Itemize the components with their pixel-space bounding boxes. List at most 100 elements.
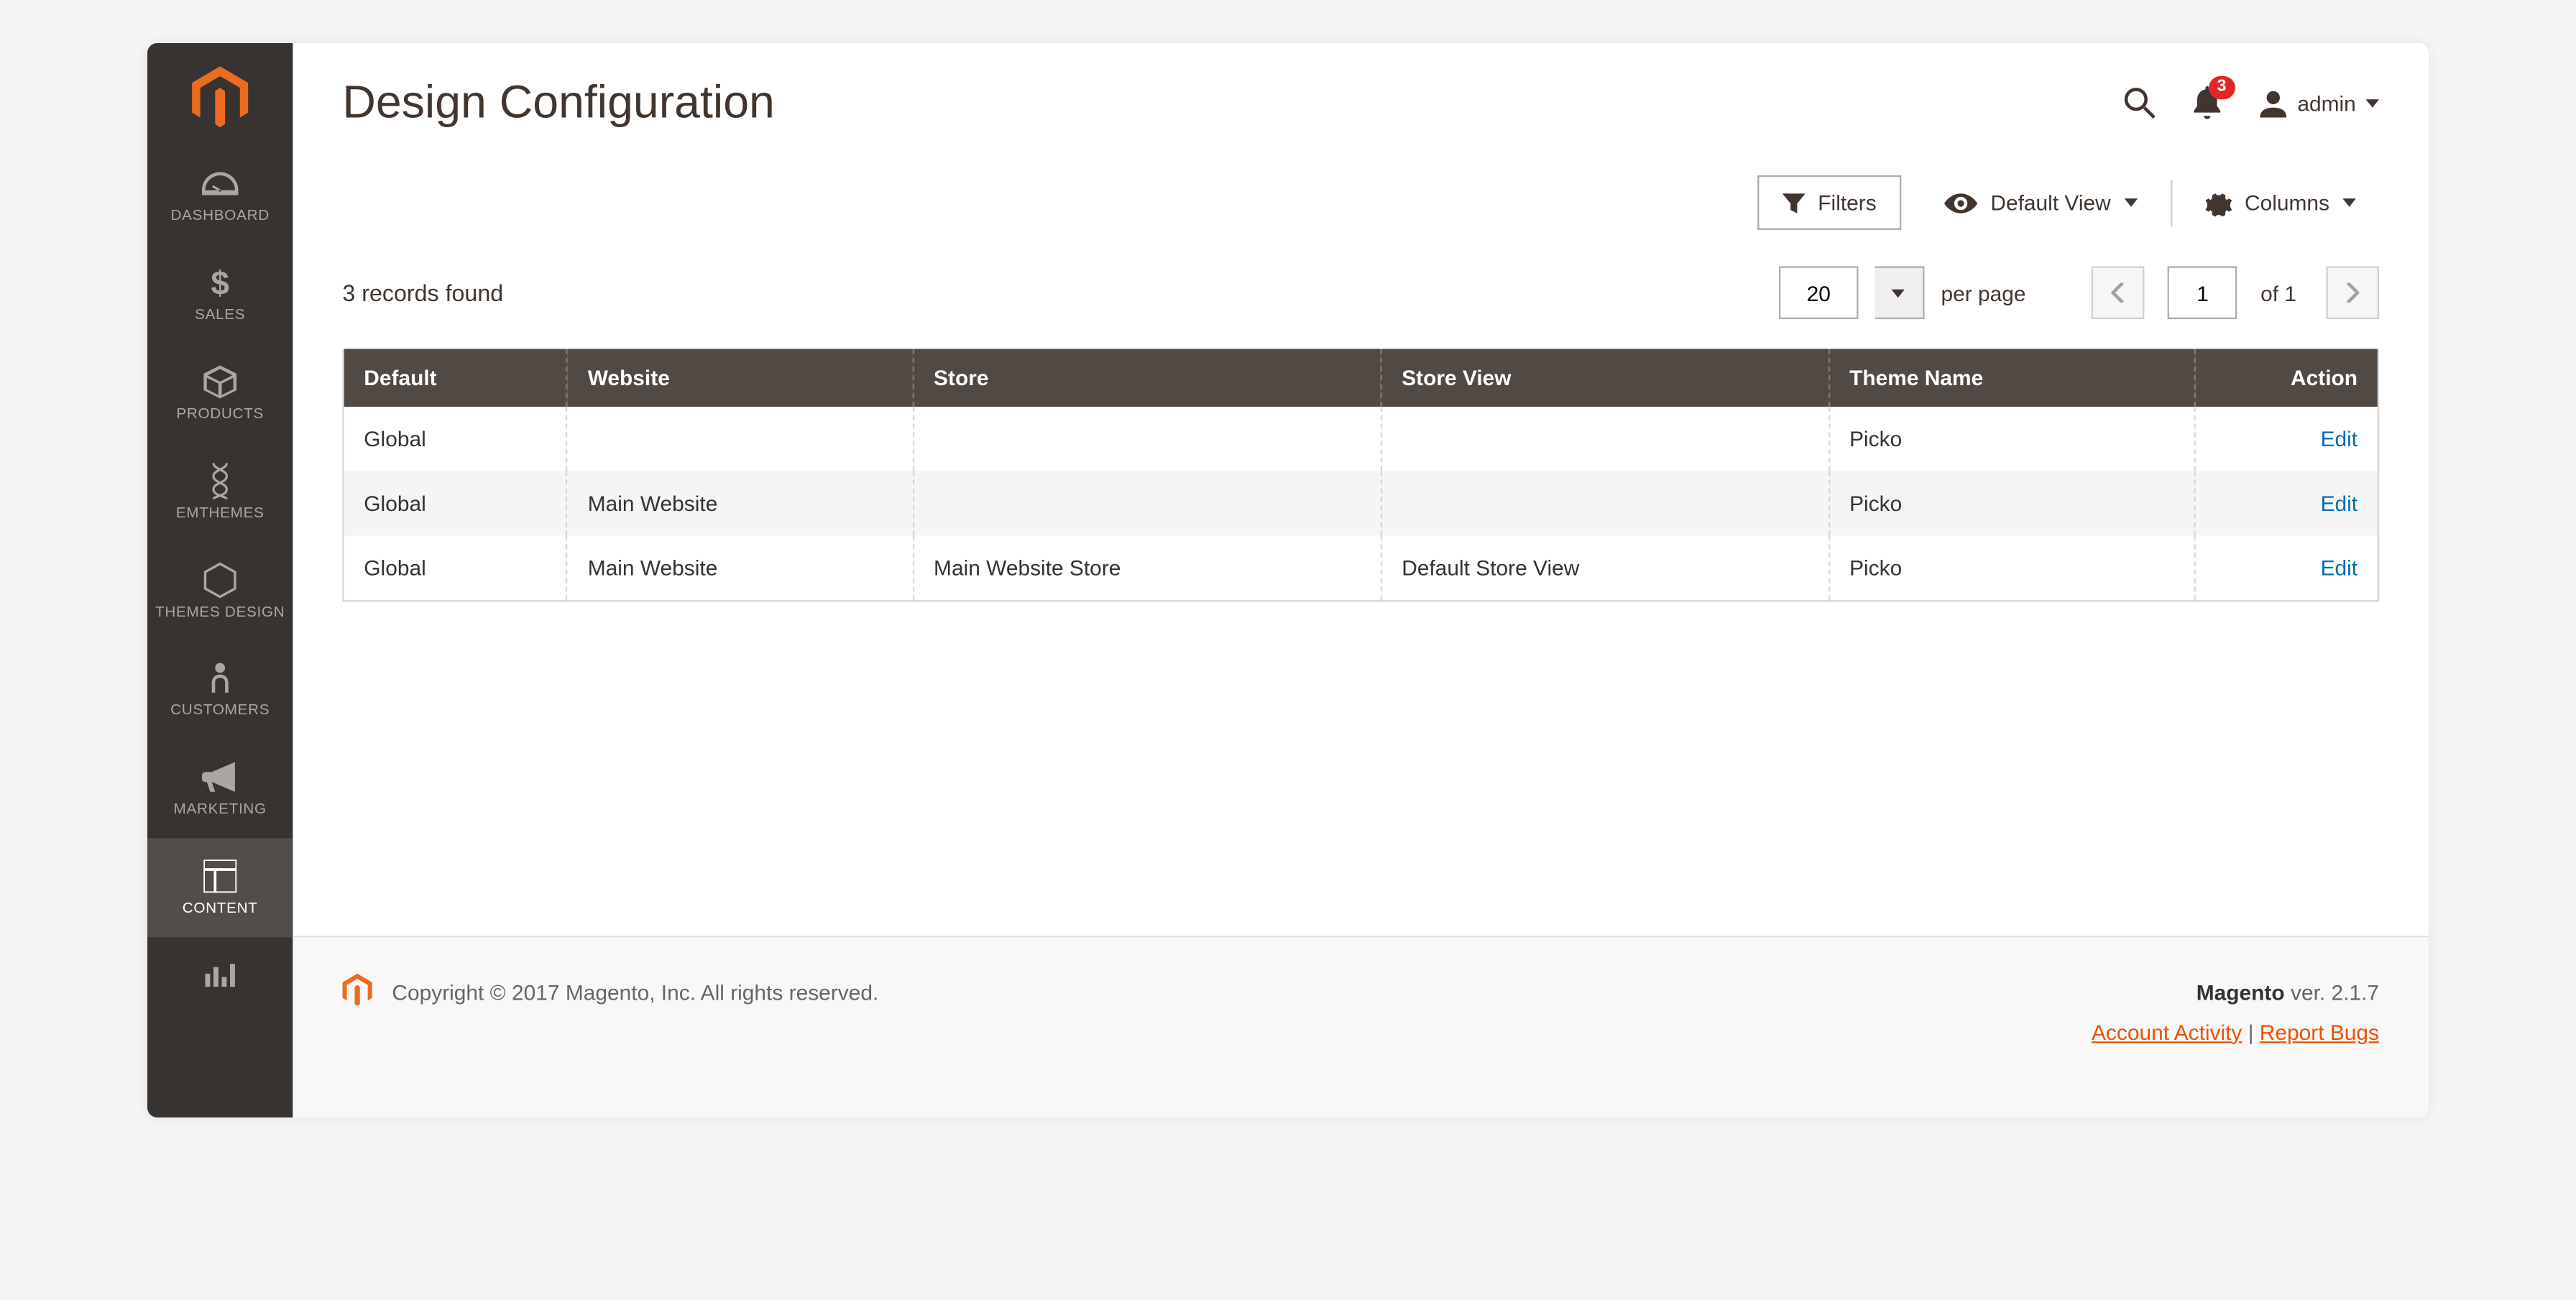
- account-activity-link[interactable]: Account Activity: [2092, 1019, 2242, 1044]
- cell-default: Global: [344, 407, 567, 471]
- records-found-text: 3 records found: [342, 280, 1779, 306]
- page-footer: Copyright © 2017 Magento, Inc. All right…: [293, 936, 2429, 1117]
- col-action: Action: [2195, 349, 2378, 407]
- sidebar-item-content[interactable]: CONTENT: [147, 839, 293, 938]
- per-page-dropdown[interactable]: [1874, 267, 1924, 320]
- search-icon[interactable]: [2122, 86, 2156, 119]
- copyright-text: Copyright © 2017 Magento, Inc. All right…: [392, 981, 878, 1006]
- records-row: 3 records found per page of 1: [293, 230, 2429, 349]
- cell-theme: Picko: [1828, 535, 2195, 601]
- hexagon-icon: [147, 558, 293, 601]
- grid-toolbar: Filters Default View Columns: [293, 146, 2429, 230]
- sidebar: DASHBOARD $ SALES PRODUCTS EMTHEMES THEM…: [147, 43, 293, 1117]
- magento-logo[interactable]: [192, 43, 248, 146]
- chevron-down-icon: [2124, 198, 2137, 207]
- main-content: Design Configuration 3 admin Filt: [293, 43, 2429, 1117]
- dollar-icon: $: [147, 261, 293, 304]
- sidebar-item-themes-design[interactable]: THEMES DESIGN: [147, 542, 293, 641]
- sidebar-item-label: EMTHEMES: [147, 505, 293, 522]
- edit-link[interactable]: Edit: [2321, 427, 2358, 452]
- megaphone-icon: [147, 756, 293, 799]
- cell-website: Main Website: [567, 535, 913, 601]
- col-store-view[interactable]: Store View: [1381, 349, 1828, 407]
- chevron-down-icon: [1892, 289, 1905, 298]
- pager: per page of 1: [1779, 267, 2379, 320]
- cell-store: [913, 407, 1381, 471]
- edit-link[interactable]: Edit: [2321, 491, 2358, 516]
- cell-action: Edit: [2195, 535, 2378, 601]
- sidebar-item-label: THEMES DESIGN: [147, 604, 293, 621]
- notification-badge: 3: [2209, 76, 2235, 99]
- header-actions: 3 admin: [2122, 86, 2379, 119]
- sidebar-item-label: PRODUCTS: [147, 406, 293, 423]
- username-label: admin: [2297, 91, 2355, 115]
- sidebar-item-more[interactable]: [147, 938, 293, 1000]
- svg-text:$: $: [211, 264, 229, 301]
- cell-action: Edit: [2195, 407, 2378, 471]
- table-row: Global Main Website Main Website Store D…: [344, 535, 2378, 601]
- person-icon: [147, 657, 293, 700]
- table-container: Default Website Store Store View Theme N…: [293, 349, 2429, 652]
- user-menu[interactable]: admin: [2258, 88, 2379, 117]
- footer-version: ver. 2.1.7: [2285, 981, 2379, 1006]
- of-pages-label: of 1: [2260, 280, 2296, 305]
- cell-store-view: Default Store View: [1381, 535, 1828, 601]
- next-page-button[interactable]: [2326, 267, 2379, 320]
- app-window: DASHBOARD $ SALES PRODUCTS EMTHEMES THEM…: [147, 43, 2429, 1117]
- footer-sep: |: [2242, 1019, 2259, 1044]
- cell-theme: Picko: [1828, 471, 2195, 536]
- page-title: Design Configuration: [342, 76, 2122, 129]
- table-header-row: Default Website Store Store View Theme N…: [344, 349, 2378, 407]
- col-default[interactable]: Default: [344, 349, 567, 407]
- sidebar-item-emthemes[interactable]: EMTHEMES: [147, 443, 293, 542]
- cell-default: Global: [344, 471, 567, 536]
- cell-store-view: [1381, 471, 1828, 536]
- sidebar-item-dashboard[interactable]: DASHBOARD: [147, 146, 293, 245]
- gauge-icon: [147, 162, 293, 206]
- cell-theme: Picko: [1828, 407, 2195, 471]
- filters-label: Filters: [1818, 190, 1876, 216]
- sidebar-item-label: CUSTOMERS: [147, 704, 293, 720]
- notification-bell-icon[interactable]: 3: [2191, 86, 2221, 119]
- cell-action: Edit: [2195, 471, 2378, 536]
- default-view-button[interactable]: Default View: [1921, 177, 2161, 228]
- cell-website: Main Website: [567, 471, 913, 536]
- funnel-icon: [1782, 193, 1805, 213]
- sidebar-item-marketing[interactable]: MARKETING: [147, 739, 293, 839]
- col-website[interactable]: Website: [567, 349, 913, 407]
- chevron-right-icon: [2346, 283, 2359, 303]
- page-number-input[interactable]: [2168, 267, 2237, 320]
- cell-store: [913, 471, 1381, 536]
- default-view-label: Default View: [1990, 190, 2110, 216]
- col-theme-name[interactable]: Theme Name: [1828, 349, 2195, 407]
- table-row: Global Main Website Picko Edit: [344, 471, 2378, 536]
- filters-button[interactable]: Filters: [1757, 175, 1901, 230]
- footer-left: Copyright © 2017 Magento, Inc. All right…: [342, 974, 2092, 1012]
- cell-website: [567, 407, 913, 471]
- prev-page-button[interactable]: [2092, 267, 2145, 320]
- gear-icon: [2205, 190, 2232, 216]
- chevron-down-icon: [2342, 198, 2355, 207]
- per-page-input[interactable]: [1779, 267, 1858, 320]
- sidebar-item-products[interactable]: PRODUCTS: [147, 344, 293, 443]
- page-header: Design Configuration 3 admin: [293, 43, 2429, 146]
- design-config-table: Default Website Store Store View Theme N…: [342, 349, 2379, 602]
- helix-icon: [147, 459, 293, 502]
- sidebar-item-customers[interactable]: CUSTOMERS: [147, 640, 293, 739]
- edit-link[interactable]: Edit: [2321, 556, 2358, 581]
- col-store[interactable]: Store: [913, 349, 1381, 407]
- toolbar-separator: [2171, 180, 2172, 226]
- footer-brand: Magento: [2196, 981, 2285, 1006]
- sidebar-item-label: DASHBOARD: [147, 208, 293, 225]
- table-row: Global Picko Edit: [344, 407, 2378, 471]
- report-bugs-link[interactable]: Report Bugs: [2260, 1019, 2379, 1044]
- per-page-label: per page: [1941, 280, 2025, 305]
- cell-store: Main Website Store: [913, 535, 1381, 601]
- magento-logo-small: [342, 974, 372, 1012]
- chevron-down-icon: [2366, 98, 2379, 107]
- columns-button[interactable]: Columns: [2182, 176, 2379, 229]
- avatar-icon: [2258, 88, 2287, 117]
- sidebar-item-sales[interactable]: $ SALES: [147, 244, 293, 344]
- layout-icon: [147, 855, 293, 898]
- footer-right: Magento ver. 2.1.7 Account Activity | Re…: [2092, 974, 2379, 1051]
